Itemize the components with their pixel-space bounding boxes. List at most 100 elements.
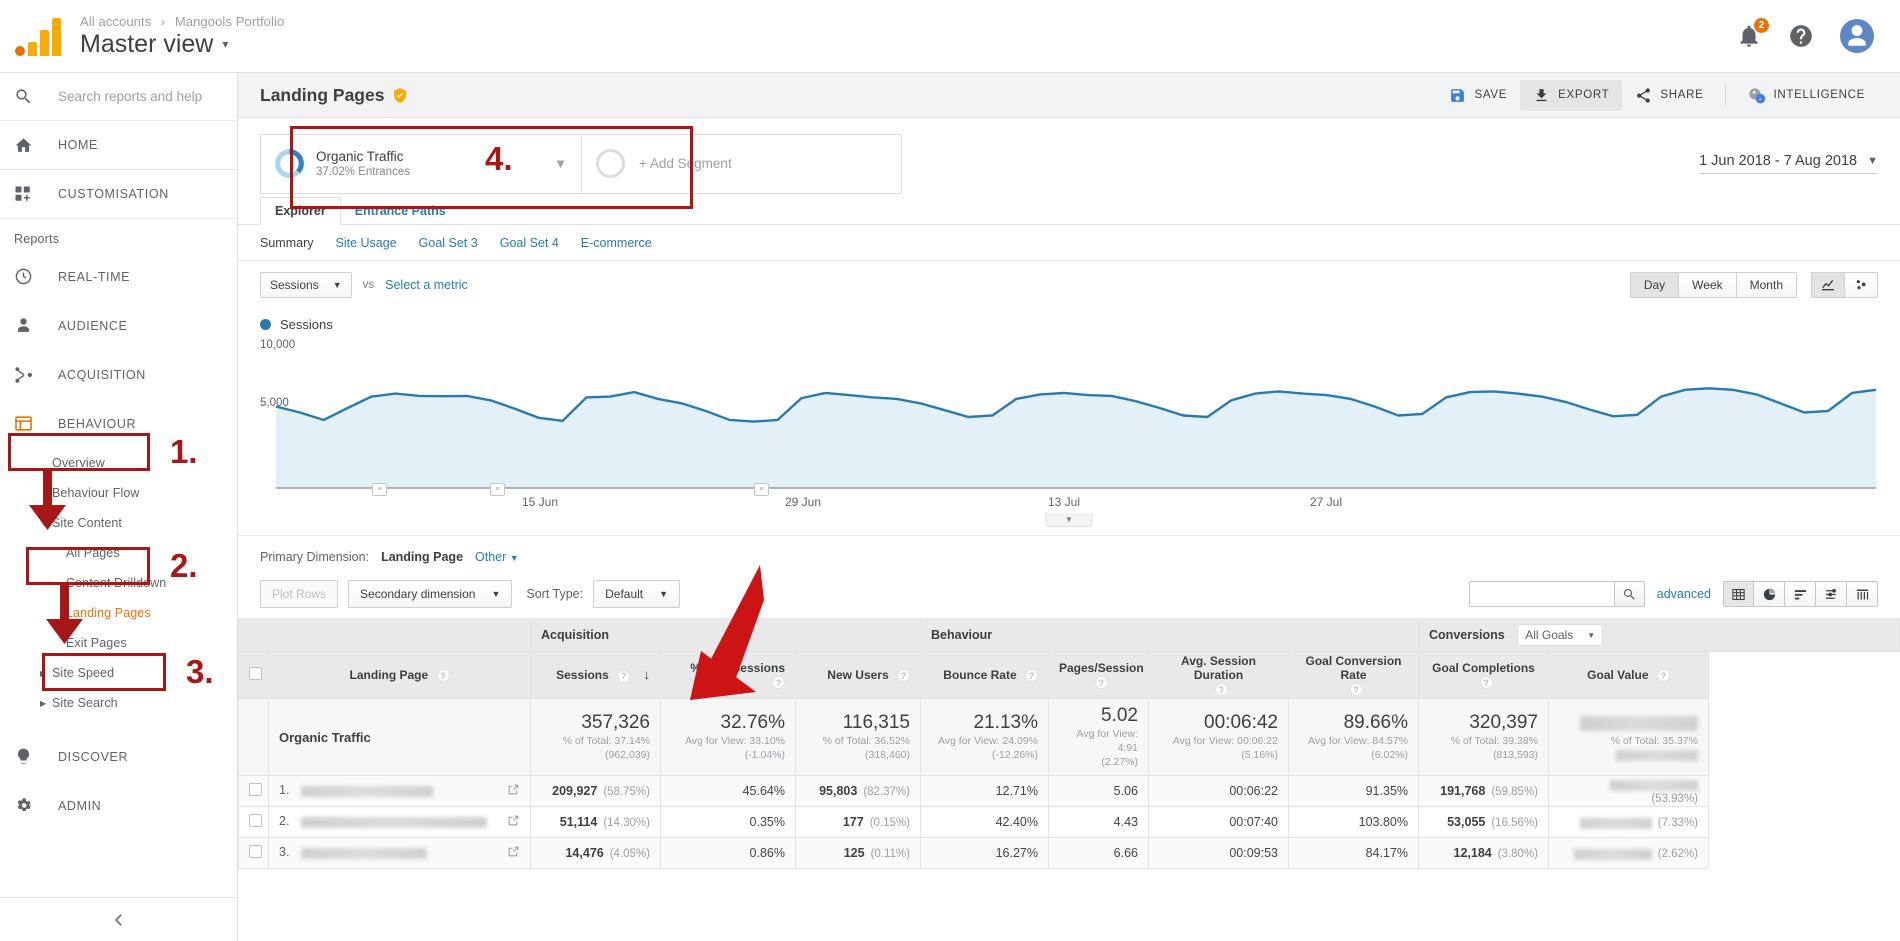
share-button[interactable]: SHARE	[1622, 80, 1716, 111]
avatar[interactable]	[1840, 19, 1874, 53]
table-row[interactable]: 2. 51,114 (14.30%) 0.35% 177 (0.15%) 42.40…	[238, 806, 1900, 839]
table-search[interactable]	[1468, 581, 1645, 607]
search-reports-input[interactable]: Search reports and help	[0, 73, 237, 121]
col-bounce-rate[interactable]: Bounce Rate ?	[920, 651, 1049, 699]
primary-dimension-other[interactable]: Other ▼	[475, 550, 519, 564]
bell-icon[interactable]: 2	[1736, 18, 1769, 49]
row-landing-page[interactable]: 2.	[268, 806, 531, 839]
tab-explorer[interactable]: Explorer	[260, 197, 341, 225]
open-in-new-icon[interactable]	[507, 814, 520, 830]
col-goal-value[interactable]: Goal Value ?	[1548, 651, 1710, 699]
sidebar-item-audience[interactable]: AUDIENCE	[0, 301, 237, 350]
sidebar-item-content-drilldown[interactable]: Content Drilldown	[0, 568, 237, 598]
date-range-selector[interactable]: 1 Jun 2018 - 7 Aug 2018 ▼	[1699, 153, 1878, 174]
help-icon[interactable]: ?	[772, 676, 785, 690]
help-icon[interactable]: ?	[1656, 669, 1670, 683]
col-pages-session[interactable]: Pages/Session ?	[1048, 651, 1149, 699]
annotation-marker[interactable]: ≡	[372, 483, 387, 496]
chart-expand-button[interactable]: ▼	[1045, 513, 1093, 527]
col-goal-conversion-rate[interactable]: Goal Conversion Rate ?	[1287, 651, 1420, 699]
view-selector[interactable]: Master view ▾	[80, 30, 284, 59]
add-segment-button[interactable]: + Add Segment	[582, 133, 902, 194]
performance-view-icon[interactable]	[1785, 581, 1816, 607]
col-new-users[interactable]: New Users ?	[795, 651, 921, 699]
tab-entrance-paths[interactable]: Entrance Paths	[341, 198, 460, 224]
subtab-e-commerce[interactable]: E-commerce	[581, 236, 652, 250]
pivot-view-icon[interactable]	[1847, 581, 1878, 607]
help-icon[interactable]: ?	[1479, 676, 1493, 690]
help-icon[interactable]: ?	[897, 669, 910, 683]
intelligence-button[interactable]: + INTELLIGENCE	[1734, 79, 1878, 112]
help-icon[interactable]: ?	[1094, 676, 1108, 690]
breadcrumb-root[interactable]: All accounts	[80, 14, 151, 29]
sidebar-item-customisation[interactable]: CUSTOMISATION	[0, 170, 237, 219]
plot-rows-button[interactable]: Plot Rows	[260, 580, 339, 608]
table-row[interactable]: 1. 209,927 (58.75%) 45.64% 95,803 (82.37%)…	[238, 775, 1900, 808]
row-checkbox[interactable]	[249, 814, 262, 828]
select-a-metric-link[interactable]: Select a metric	[385, 278, 468, 292]
sidebar-item-site-search[interactable]: ▶ Site Search	[0, 688, 237, 718]
annotation-marker[interactable]: ≡	[490, 483, 505, 496]
all-goals-select[interactable]: All Goals ▼	[1517, 624, 1604, 646]
help-icon[interactable]: ?	[1214, 683, 1228, 697]
search-input[interactable]	[1469, 582, 1614, 606]
collapse-sidebar-button[interactable]	[0, 897, 237, 941]
subtab-goal-set-4[interactable]: Goal Set 4	[500, 236, 559, 250]
row-checkbox[interactable]	[249, 845, 262, 859]
export-button[interactable]: EXPORT	[1520, 79, 1623, 111]
open-in-new-icon[interactable]	[507, 845, 520, 861]
sidebar-item-acquisition[interactable]: ACQUISITION	[0, 350, 237, 399]
help-icon[interactable]: ?	[436, 669, 450, 683]
table-row[interactable]: 3. 14,476 (4.05%) 0.86% 125 (0.11%) 16.27%…	[238, 837, 1900, 870]
comparison-view-icon[interactable]	[1816, 581, 1847, 607]
line-chart-icon[interactable]	[1811, 272, 1845, 298]
col-avg-session-duration[interactable]: Avg. Session Duration ?	[1148, 651, 1289, 699]
search-icon[interactable]	[1613, 582, 1644, 606]
annotation-marker[interactable]: ≡	[754, 483, 769, 496]
granularity-day[interactable]: Day	[1629, 272, 1680, 298]
shield-check-icon[interactable]	[392, 87, 408, 104]
sidebar-item-home[interactable]: HOME	[0, 121, 237, 170]
sidebar-item-real-time[interactable]: REAL-TIME	[0, 252, 237, 301]
sidebar-item-overview[interactable]: Overview	[0, 448, 237, 478]
sidebar-item-behaviour[interactable]: BEHAVIOUR	[0, 399, 237, 448]
segment-organic-traffic[interactable]: Organic Traffic 37.02% Entrances ▼	[260, 133, 582, 194]
help-icon[interactable]: ?	[1025, 669, 1038, 683]
sidebar-item-discover[interactable]: DISCOVER	[0, 732, 237, 781]
pie-view-icon[interactable]	[1754, 581, 1785, 607]
primary-dimension-value[interactable]: Landing Page	[381, 550, 463, 564]
row-landing-page[interactable]: 1.	[268, 775, 531, 808]
table-view-icon[interactable]	[1723, 581, 1754, 607]
chevron-down-icon[interactable]: ▼	[554, 156, 567, 171]
sidebar-item-site-speed[interactable]: ▶ Site Speed	[0, 658, 237, 688]
granularity-month[interactable]: Month	[1736, 272, 1797, 298]
metric-select[interactable]: Sessions ▼	[260, 272, 352, 298]
col-new-sessions-pct[interactable]: % New Sessions ?	[660, 651, 796, 699]
open-in-new-icon[interactable]	[507, 783, 520, 799]
advanced-link[interactable]: advanced	[1657, 587, 1711, 601]
granularity-week[interactable]: Week	[1679, 272, 1737, 298]
google-analytics-logo[interactable]	[10, 16, 68, 56]
select-all-checkbox[interactable]	[249, 667, 262, 680]
secondary-dimension-select[interactable]: Secondary dimension ▼	[348, 580, 513, 608]
table-scroll-container[interactable]: Acquisition Behaviour Conversions All Go…	[238, 618, 1900, 905]
save-button[interactable]: SAVE	[1436, 80, 1520, 111]
help-icon[interactable]	[1788, 23, 1814, 49]
help-icon[interactable]: ?	[1349, 683, 1363, 697]
breadcrumb-account[interactable]: Mangools Portfolio	[175, 14, 284, 29]
sidebar-item-exit-pages[interactable]: Exit Pages	[0, 628, 237, 658]
sidebar-item-behaviour-flow[interactable]: Behaviour Flow	[0, 478, 237, 508]
sort-type-select[interactable]: Default ▼	[593, 580, 681, 608]
scatter-chart-icon[interactable]	[1845, 272, 1878, 298]
help-icon[interactable]: ?	[617, 669, 631, 683]
sidebar-item-admin[interactable]: ADMIN	[0, 781, 237, 830]
row-landing-page[interactable]: 3.	[268, 837, 531, 870]
row-checkbox[interactable]	[249, 783, 262, 797]
sidebar-item-site-content[interactable]: ▼ Site Content	[0, 508, 237, 538]
subtab-goal-set-3[interactable]: Goal Set 3	[419, 236, 478, 250]
sidebar-item-landing-pages[interactable]: Landing Pages	[0, 598, 237, 628]
subtab-summary[interactable]: Summary	[260, 236, 313, 250]
col-landing-page[interactable]: Landing Page ?	[268, 651, 531, 699]
sidebar-item-all-pages[interactable]: All Pages	[0, 538, 237, 568]
col-sessions[interactable]: Sessions ? ↓	[530, 651, 661, 699]
